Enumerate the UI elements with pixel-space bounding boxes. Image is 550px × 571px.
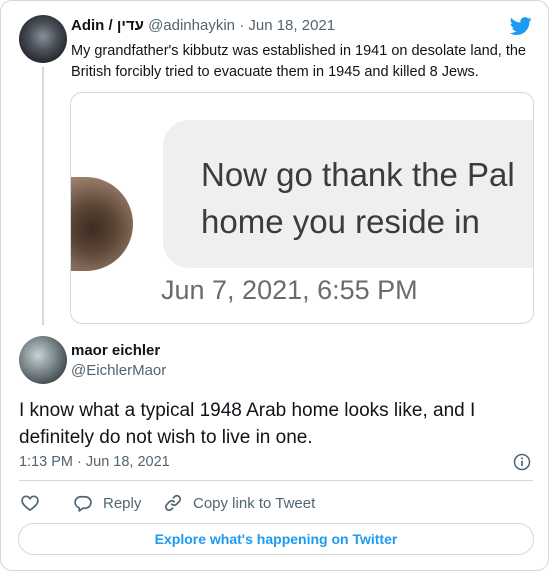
link-icon — [164, 494, 182, 512]
twitter-bird-icon[interactable] — [509, 15, 533, 37]
chat-timestamp: Jun 7, 2021, 6:55 PM — [161, 275, 418, 305]
tweet-timestamp[interactable]: 1:13 PM · Jun 18, 2021 — [19, 454, 170, 470]
copy-link-label: Copy link to Tweet — [193, 494, 316, 512]
info-icon[interactable] — [512, 452, 532, 472]
main-author-handle[interactable]: @EichlerMaor — [71, 362, 166, 379]
reply-icon — [74, 495, 92, 512]
chat-message-text: Now go thank the Pal home you reside in — [201, 156, 515, 240]
copy-link-button[interactable]: Copy link to Tweet — [163, 493, 315, 513]
tweet-media-image[interactable]: Now go thank the Pal home you reside in … — [70, 92, 534, 324]
heart-icon — [21, 495, 39, 512]
parent-separator: · — [239, 17, 245, 34]
reply-button[interactable]: Reply — [73, 493, 141, 513]
avatar-maor[interactable] — [19, 336, 67, 384]
parent-author-handle[interactable]: @adinhaykin — [148, 17, 235, 34]
main-author-name[interactable]: maor eichler — [71, 342, 160, 359]
reply-label: Reply — [103, 494, 142, 512]
divider — [19, 480, 533, 481]
explore-twitter-button[interactable]: Explore what's happening on Twitter — [18, 523, 534, 555]
parent-date[interactable]: Jun 18, 2021 — [248, 17, 335, 34]
parent-author-name[interactable]: Adin / עדין — [71, 17, 144, 34]
main-tweet-text: I know what a typical 1948 Arab home loo… — [19, 400, 476, 448]
like-button[interactable] — [20, 493, 40, 513]
thread-line — [42, 67, 44, 325]
embedded-tweet-card: Adin / עדין @adinhaykin · Jun 18, 2021 M… — [0, 0, 549, 571]
parent-tweet-header: Adin / עדין @adinhaykin · Jun 18, 2021 — [71, 17, 335, 35]
parent-tweet-text: My grandfather's kibbutz was established… — [71, 43, 526, 80]
tweet-actions: Reply Copy link to Tweet — [1, 493, 550, 515]
avatar-adin[interactable] — [19, 15, 67, 63]
chat-contact-avatar — [71, 177, 133, 271]
